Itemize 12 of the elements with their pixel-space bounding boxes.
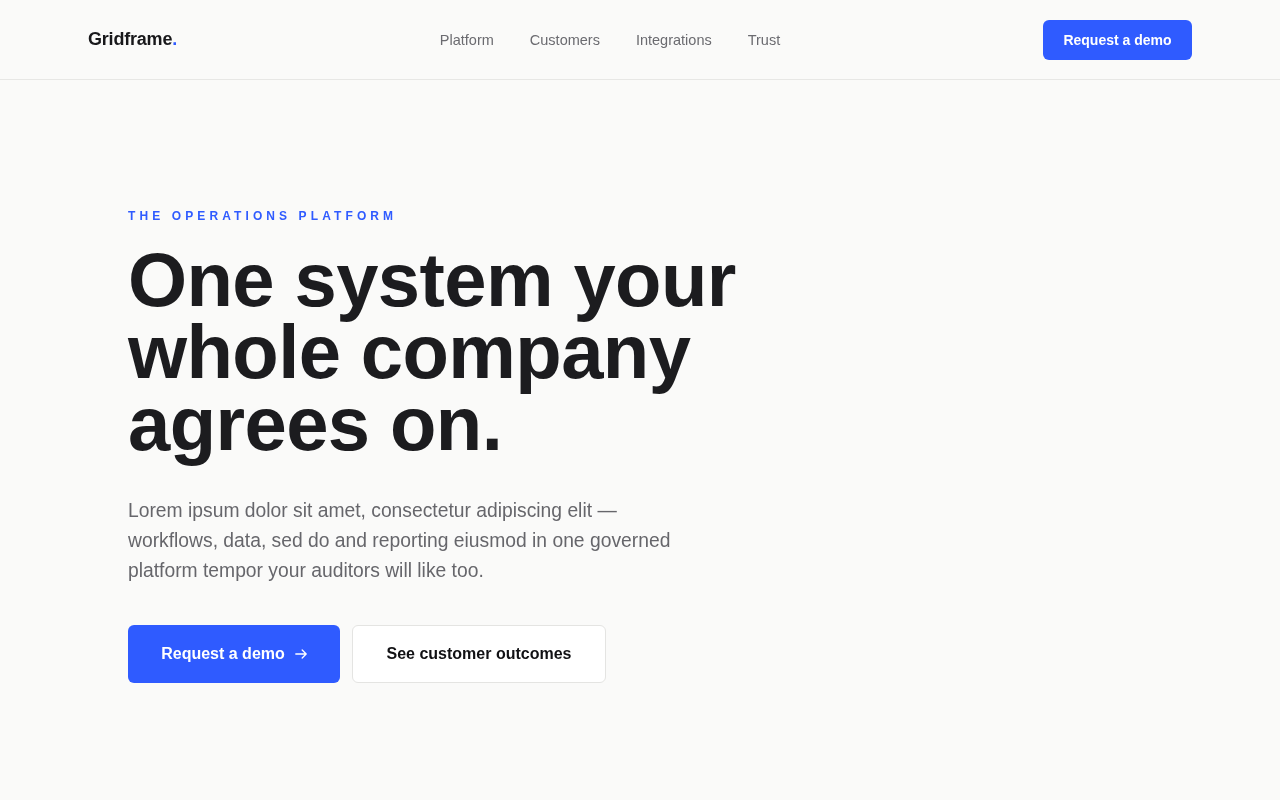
eyebrow-text: THE OPERATIONS PLATFORM <box>128 209 398 223</box>
arrow-right-icon <box>294 649 307 659</box>
nav-link[interactable]: Trust <box>747 31 781 48</box>
nav-link[interactable]: Customers <box>529 31 600 48</box>
headline: One system your whole company agrees on. <box>128 236 737 468</box>
request-demo-button[interactable]: Request a demo <box>1043 19 1192 60</box>
nav-link[interactable]: Platform <box>439 31 494 48</box>
nav-link[interactable]: Integrations <box>635 31 712 48</box>
customer-outcomes-button[interactable]: See customer outcomes <box>352 625 606 683</box>
request-demo-button[interactable]: Request a demo <box>128 625 340 683</box>
intro-paragraph: Lorem ipsum dolor sit amet, consectetur adipiscing elit — workflows, data, sed do and reporting eiusmod in one governed platform tempor your auditors will like too. <box>128 499 672 583</box>
logo[interactable]: Gridframe. <box>88 29 178 50</box>
